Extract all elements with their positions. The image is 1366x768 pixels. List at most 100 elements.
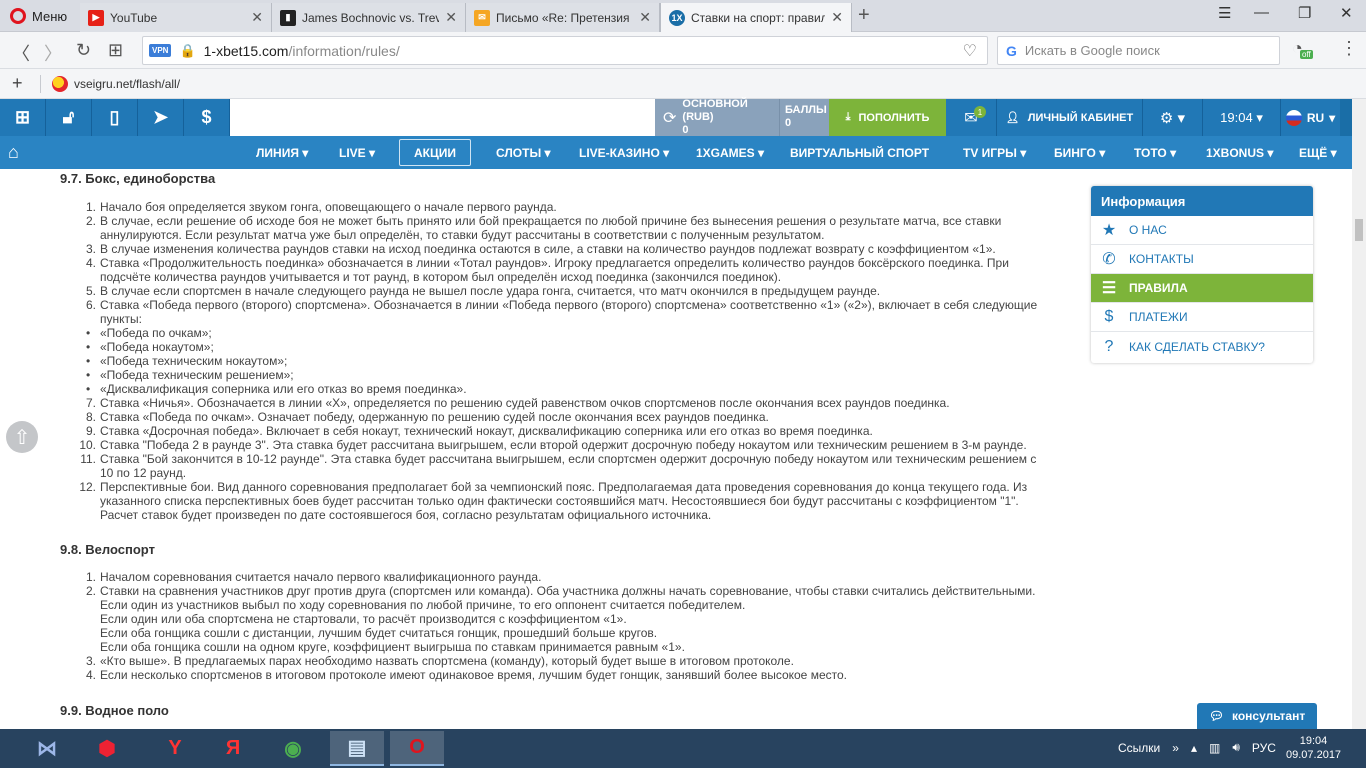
nav-live[interactable]: LIVE ▾ [339, 136, 375, 169]
start-app-icon[interactable]: ⋈ [20, 731, 74, 766]
nav-tv-games[interactable]: TV ИГРЫ ▾ [963, 136, 1026, 169]
sidebar-item-payments[interactable]: $ ПЛАТЕЖИ [1091, 303, 1313, 332]
dollar-icon[interactable]: $ [184, 99, 230, 136]
home-icon[interactable]: ⌂ [8, 142, 19, 163]
back-icon[interactable]: 〈 [12, 40, 30, 66]
scrollbar-thumb[interactable] [1355, 219, 1363, 241]
lock-icon[interactable]: 🔓︎ [46, 99, 92, 136]
nav-bingo[interactable]: БИНГО ▾ [1054, 136, 1105, 169]
list-item-text: Если оба гонщика сошли с дистанции, лучш… [100, 626, 658, 640]
close-tab-icon[interactable]: ✕ [639, 9, 651, 26]
notepad-icon[interactable]: ▤ [330, 731, 384, 766]
windows-app-icon[interactable]: ⊞ [0, 99, 46, 136]
google-icon: G [1006, 42, 1017, 59]
vpn-badge[interactable]: VPN [149, 44, 172, 57]
nav-label: ВИРТУАЛЬНЫЙ СПОРТ [790, 145, 930, 160]
yandex-browser-icon[interactable]: Y [148, 731, 202, 766]
volume-icon[interactable]: 🔊︎ [1232, 740, 1240, 755]
lock-icon[interactable]: 🔒 [179, 43, 195, 59]
personal-cabinet-button[interactable]: 👤︎ ЛИЧНЫЙ КАБИНЕТ [996, 99, 1142, 136]
tab-1xbet-rules[interactable]: 1X Ставки на спорт: правила ✕ [660, 3, 852, 32]
refresh-icon[interactable]: ⟳ [663, 108, 676, 128]
scroll-up-button[interactable]: ⇧ [6, 421, 38, 453]
site-search-area[interactable] [230, 99, 655, 136]
nav-more[interactable]: ЕЩЁ ▾ [1299, 136, 1337, 169]
taskbar-clock[interactable]: 19:04 09.07.2017 [1286, 734, 1341, 762]
close-tab-icon[interactable]: ✕ [831, 9, 843, 26]
sidebar-item-contacts[interactable]: ✆ КОНТАКТЫ [1091, 245, 1313, 274]
links-toolbar-label[interactable]: Ссылки [1118, 741, 1160, 755]
sidebar-item-label: КАК СДЕЛАТЬ СТАВКУ? [1129, 339, 1265, 354]
more-menu-icon[interactable]: ⋮ [1340, 38, 1358, 59]
minimize-icon[interactable]: — [1254, 4, 1269, 21]
game-app-icon[interactable]: ⬢ [80, 731, 134, 766]
consultant-chat-button[interactable]: 💬︎ консультант [1197, 703, 1317, 729]
list-item: Если оба гонщика сошли с дистанции, лучш… [100, 626, 1035, 640]
speed-dial-grid-icon[interactable]: ⊞ [108, 40, 123, 61]
tray-language[interactable]: РУС [1252, 741, 1276, 755]
list-item-text: Ставка «Победа по очкам». Означает побед… [100, 410, 769, 424]
nav-virtual-sport[interactable]: ВИРТУАЛЬНЫЙ СПОРТ [790, 136, 929, 169]
restore-icon[interactable]: ❐ [1298, 4, 1311, 22]
new-tab-plus-icon[interactable]: + [858, 4, 870, 27]
network-icon[interactable]: ▥ [1209, 741, 1220, 755]
nav-line[interactable]: ЛИНИЯ ▾ [256, 136, 308, 169]
search-placeholder: Искать в Google поиск [1024, 43, 1160, 58]
chrome-icon[interactable]: ◉ [266, 731, 320, 766]
bookmark-vseigru[interactable]: vseigru.net/flash/all/ [52, 76, 180, 92]
sidebar-item-about[interactable]: ★ О НАС [1091, 216, 1313, 245]
address-input[interactable]: VPN 🔒 1-xbet15.com/information/rules/ ♡ [142, 36, 988, 65]
main-balance[interactable]: ⟳ ОСНОВНОЙ (RUB) 0 [655, 98, 779, 136]
list-marker: • [86, 382, 91, 396]
close-tab-icon[interactable]: ✕ [251, 9, 263, 26]
add-bookmark-icon[interactable]: + [12, 73, 23, 94]
list-item: 10 по 12 раунд. [100, 466, 1037, 480]
page-scrollbar[interactable] [1352, 99, 1366, 729]
list-item: • «Победа техническим решением»; [86, 368, 1037, 382]
mobile-icon[interactable]: ▯ [92, 99, 138, 136]
settings-button[interactable]: ⚙ ▾ [1142, 99, 1202, 136]
tab-bochnovic[interactable]: ▮ James Bochnovic vs. Trevi ✕ [272, 3, 466, 32]
telegram-icon[interactable]: ➤ [138, 99, 184, 136]
nav-live-casino[interactable]: LIVE-КАЗИНО ▾ [579, 136, 669, 169]
site-clock[interactable]: 19:04 ▾ [1202, 99, 1280, 136]
nav-slots[interactable]: СЛОТЫ ▾ [496, 136, 551, 169]
chevron-icon[interactable]: » [1172, 741, 1179, 755]
deposit-button[interactable]: ⤓ ПОПОЛНИТЬ [829, 99, 946, 136]
language-selector[interactable]: RU ▾ [1280, 99, 1340, 136]
close-window-icon[interactable]: ✕ [1340, 4, 1353, 22]
bookmark-heart-icon[interactable]: ♡ [963, 41, 977, 61]
tab-title: YouTube [110, 10, 158, 25]
turbo-off-badge: off [1300, 50, 1313, 59]
language-label: RU [1306, 110, 1325, 125]
forward-icon[interactable]: 〉 [44, 40, 62, 66]
nav-toto[interactable]: ТОТО ▾ [1134, 136, 1176, 169]
tab-youtube[interactable]: ▶ YouTube ✕ [80, 3, 272, 32]
close-tab-icon[interactable]: ✕ [445, 9, 457, 26]
opera-taskbar-icon[interactable]: O [390, 731, 444, 766]
messages-button[interactable]: ✉ 1 [946, 99, 996, 136]
points-balance[interactable]: БАЛЛЫ 0 [779, 99, 829, 136]
tab-menu-icon[interactable]: ☰ [1218, 4, 1231, 22]
yandex-icon[interactable]: Я [206, 731, 260, 766]
arrow-up-icon: ⇧ [13, 426, 31, 449]
list-item: 6. Ставка «Победа первого (второго) спорт… [86, 298, 1037, 312]
sidebar-item-how-to-bet[interactable]: ? КАК СДЕЛАТЬ СТАВКУ? [1091, 332, 1313, 361]
nav-label: БИНГО [1054, 145, 1096, 160]
opera-menu-button[interactable]: Меню [0, 0, 78, 32]
nav-1xgames[interactable]: 1XGAMES ▾ [696, 136, 764, 169]
nav-1xbonus[interactable]: 1XBONUS ▾ [1206, 136, 1273, 169]
list-item: 9. Ставка «Досрочная победа». Включает в … [86, 424, 1037, 438]
tab-mail[interactable]: ✉ Письмо «Re: Претензия н ✕ [466, 3, 660, 32]
list-item: 1. Начало боя определяется звуком гонга, … [86, 200, 1037, 214]
google-search-input[interactable]: G Искать в Google поиск [997, 36, 1280, 65]
tray-arrow-icon[interactable]: ▴ [1191, 741, 1197, 755]
list-item-text: Ставка «Ничья». Обозначается в линии «Х»… [100, 396, 950, 410]
info-sidebar: Информация ★ О НАС ✆ КОНТАКТЫ ☰ ПРАВИЛА $ ПЛ… [1091, 186, 1313, 363]
main-navigation: ⌂ ЛИНИЯ ▾ LIVE ▾ АКЦИИ СЛОТЫ ▾ LIVE-КАЗИ… [0, 136, 1352, 169]
turbo-speedometer-icon[interactable]: ◔ off [1292, 38, 1313, 59]
reload-icon[interactable]: ↻ [76, 40, 91, 61]
sidebar-item-rules[interactable]: ☰ ПРАВИЛА [1091, 274, 1313, 303]
youtube-icon: ▶ [88, 9, 104, 26]
nav-promotions[interactable]: АКЦИИ [399, 139, 472, 166]
